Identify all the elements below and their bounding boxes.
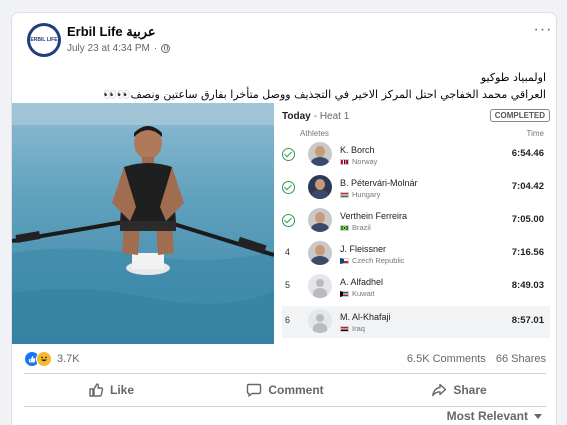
country-name: Hungary (352, 190, 381, 199)
athlete-time: 7:05.00 (511, 214, 544, 225)
country-name: Kuwait (352, 289, 375, 298)
meta-separator: · (153, 43, 158, 54)
result-row-highlighted: 6 M. Al-Khafaji Iraq 8:57.01 (282, 306, 550, 338)
divider (24, 406, 546, 407)
like-button[interactable]: Like (24, 373, 198, 407)
post-text-line-2: العراقي محمد الخفاجي احتل المركز الاخير … (103, 88, 546, 101)
qualified-check-icon (282, 148, 295, 161)
post-media[interactable]: Today - Heat 1 COMPLETED Athletes Time K… (12, 103, 556, 344)
country-name: Czech Republic (352, 256, 405, 265)
athlete-name: M. Al-Khafaji (340, 312, 391, 322)
rank-number: 5 (285, 280, 291, 290)
sort-label: Most Relevant (446, 409, 528, 423)
post-header: ERBIL LIFE Erbil Life عربية July 23 at 4… (24, 21, 551, 61)
share-button[interactable]: Share (372, 373, 546, 407)
country-name: Norway (352, 157, 378, 166)
athlete-name: K. Borch (340, 145, 375, 155)
post-text-line-1: اولمبياد طوكيو (480, 71, 546, 84)
rower-photo (12, 103, 274, 344)
athlete-name: J. Fleissner (340, 244, 387, 254)
athlete-avatar (308, 208, 332, 232)
athlete-avatar-placeholder (308, 274, 332, 298)
athlete-country: Iraq (340, 324, 365, 333)
qualified-check-icon (282, 181, 295, 194)
athlete-country: Hungary (340, 190, 380, 199)
kuwait-flag-icon (340, 290, 349, 297)
avatar-logo: ERBIL LIFE (30, 26, 58, 54)
country-name: Brazil (352, 223, 371, 232)
column-athletes: Athletes (300, 129, 329, 138)
athlete-avatar-placeholder (308, 309, 332, 333)
results-heat: - Heat 1 (313, 110, 350, 122)
globe-icon (161, 44, 171, 53)
result-row: B. Pétervári-Molnár Hungary 7:04.42 (282, 172, 550, 204)
athlete-time: 7:04.42 (511, 181, 544, 192)
post-body: اولمبياد طوكيو العراقي محمد الخفاجي احتل… (26, 69, 546, 103)
comment-icon (247, 383, 262, 397)
haha-reaction-icon (36, 351, 52, 367)
share-label: Share (453, 383, 487, 397)
czech-flag-icon (340, 257, 349, 264)
athlete-time: 8:49.03 (511, 280, 544, 291)
athlete-time: 6:54.46 (511, 148, 544, 159)
avatar-text: ERBIL LIFE (30, 37, 58, 43)
norway-flag-icon (340, 158, 349, 165)
share-icon (432, 383, 447, 397)
athlete-avatar (308, 175, 332, 199)
athlete-name: Verthein Ferreira (340, 211, 408, 221)
comment-label: Comment (268, 383, 324, 397)
athlete-avatar (308, 142, 332, 166)
post-options-button[interactable]: ··· (531, 21, 555, 43)
ellipsis-icon: ··· (533, 21, 553, 38)
result-row: K. Borch Norway 6:54.46 (282, 139, 550, 171)
post-meta: July 23 at 4:34 PM · (67, 43, 171, 54)
like-label: Like (109, 383, 134, 397)
result-row: 4 J. Fleissner Czech Republic 7:16.56 (282, 238, 550, 270)
result-row: Verthein Ferreira Brazil 7:05.00 (282, 205, 550, 237)
athlete-country: Norway (340, 157, 377, 166)
reactions-summary[interactable]: 3.7K (24, 351, 80, 367)
iraq-flag-icon (340, 325, 349, 332)
comments-count[interactable]: 6.5K Comments (407, 353, 486, 365)
rower-illustration (12, 103, 274, 344)
athlete-time: 7:16.56 (511, 247, 544, 258)
engagement-stats: 3.7K 6.5K Comments 66 Shares (24, 345, 546, 373)
post-timestamp[interactable]: July 23 at 4:34 PM (67, 43, 150, 54)
country-name: Iraq (352, 324, 365, 333)
engagement-counts: 6.5K Comments 66 Shares (400, 353, 546, 365)
results-title: Today (282, 110, 311, 122)
athlete-name: B. Pétervári-Molnár (340, 178, 418, 188)
status-badge: COMPLETED (489, 109, 550, 122)
page-name-link[interactable]: Erbil Life عربية (67, 24, 156, 40)
chevron-down-icon (534, 413, 542, 419)
athlete-name: A. Alfadhel (340, 277, 384, 287)
athlete-country: Kuwait (340, 289, 375, 298)
brazil-flag-icon (340, 224, 349, 231)
hungary-flag-icon (340, 191, 349, 198)
reaction-count: 3.7K (57, 353, 80, 365)
shares-count[interactable]: 66 Shares (496, 353, 546, 365)
post-actions: Like Comment Share (24, 373, 546, 407)
result-row: 5 A. Alfadhel Kuwait 8:49.03 (282, 271, 550, 303)
results-header: Today - Heat 1 COMPLETED (282, 109, 550, 123)
qualified-check-icon (282, 214, 295, 227)
athlete-time: 8:57.01 (511, 315, 544, 326)
post-card: ERBIL LIFE Erbil Life عربية July 23 at 4… (11, 12, 557, 425)
athlete-country: Brazil (340, 223, 371, 232)
athlete-country: Czech Republic (340, 256, 405, 265)
rank-number: 6 (285, 315, 291, 325)
rank-number: 4 (285, 247, 291, 257)
page-avatar[interactable]: ERBIL LIFE (27, 23, 61, 57)
athlete-avatar (308, 241, 332, 265)
comment-button[interactable]: Comment (198, 373, 372, 407)
comment-sort-dropdown[interactable]: Most Relevant (447, 409, 542, 423)
thumbs-up-icon (89, 383, 104, 397)
heat-results-panel: Today - Heat 1 COMPLETED Athletes Time K… (274, 103, 556, 344)
column-time: Time (526, 129, 544, 138)
